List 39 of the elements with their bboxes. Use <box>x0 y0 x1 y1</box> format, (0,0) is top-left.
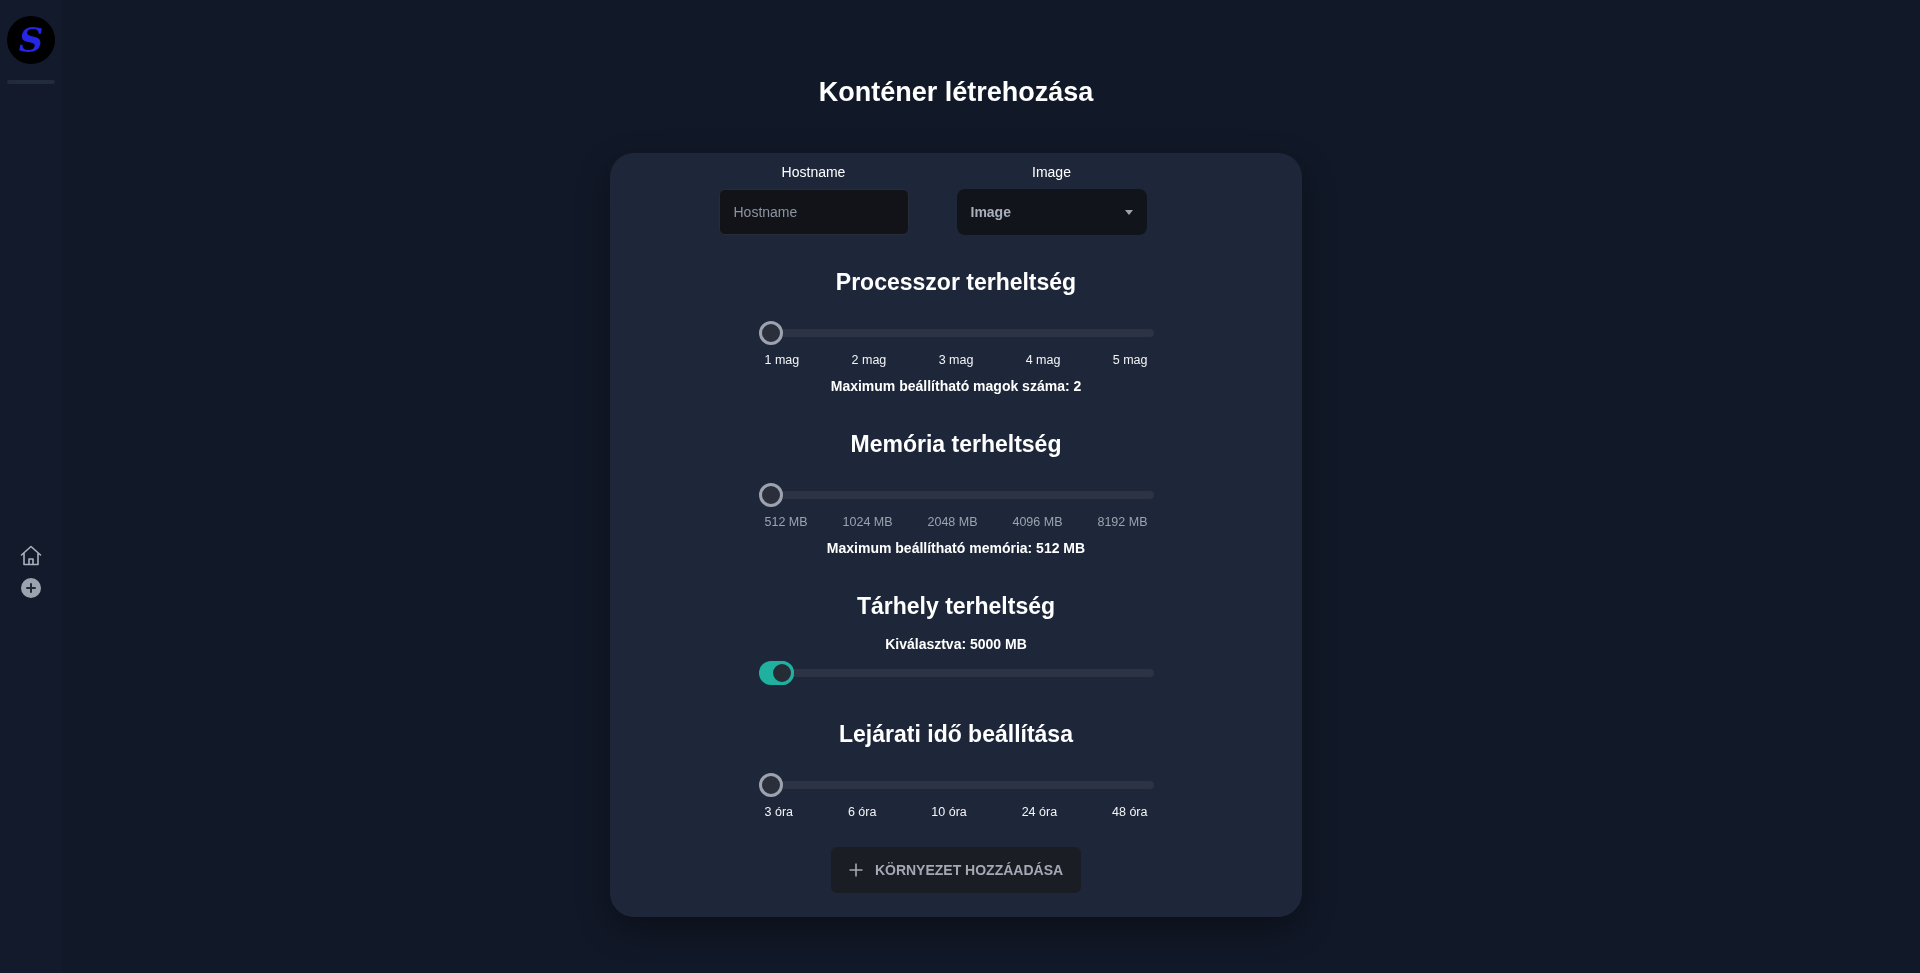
field-label: Hostname <box>781 163 846 181</box>
slider-track[interactable] <box>758 321 1154 345</box>
slider-mark-label: 3 óra <box>764 804 793 820</box>
slider-mark-label: 1024 MB <box>842 514 893 530</box>
section-title: Lejárati idő beállítása <box>839 720 1073 749</box>
slider-thumb[interactable] <box>758 321 783 345</box>
slider-track[interactable] <box>758 483 1154 507</box>
caret-icon <box>1124 209 1133 215</box>
slider-mark-label: 3 mag <box>938 352 974 368</box>
page-title: Konténer létrehozása <box>818 76 1094 109</box>
slider-thumb[interactable] <box>758 773 783 797</box>
home-icon[interactable] <box>20 545 42 566</box>
slider-mark-label: 512 MB <box>764 514 808 530</box>
slider-mark-label: 2048 MB <box>927 514 978 530</box>
slider-mark-label: 5 mag <box>1112 352 1148 368</box>
slider-mark-label: 4 mag <box>1025 352 1061 368</box>
field-label: Image <box>1032 163 1071 181</box>
selected-value-text: Kiválasztva: 5000 MB <box>885 635 1027 653</box>
slider-mark-label: 4096 MB <box>1012 514 1063 530</box>
dropdown[interactable]: Image <box>956 189 1147 235</box>
limit-text: Maximum beállítható magok száma: 2 <box>830 377 1082 395</box>
input-field[interactable]: Hostname <box>718 189 909 235</box>
add-environment-button[interactable]: KÖRNYEZET HOZZÁADÁSA <box>830 847 1082 893</box>
slider-mark-label: 2 mag <box>851 352 887 368</box>
slider-track[interactable] <box>758 773 1154 797</box>
section-title: Processzor terheltség <box>835 268 1077 297</box>
slider-mark-label: 10 óra <box>931 804 967 820</box>
slider-thumb[interactable] <box>758 483 783 507</box>
plus-icon <box>848 863 863 877</box>
slider-mark-label: 6 óra <box>847 804 877 820</box>
slider-mark-label: 1 mag <box>764 352 800 368</box>
slider-mark-label: 48 óra <box>1112 804 1148 820</box>
slider-track[interactable] <box>758 661 1154 685</box>
section-title: Tárhely terheltség <box>856 592 1056 621</box>
slider-mark-label: 8192 MB <box>1097 514 1148 530</box>
section-title: Memória terheltség <box>850 430 1062 459</box>
limit-text: Maximum beállítható memória: 512 MB <box>826 539 1086 557</box>
slider-mark-label: 24 óra <box>1021 804 1058 820</box>
plus-circle-icon[interactable] <box>21 578 41 598</box>
